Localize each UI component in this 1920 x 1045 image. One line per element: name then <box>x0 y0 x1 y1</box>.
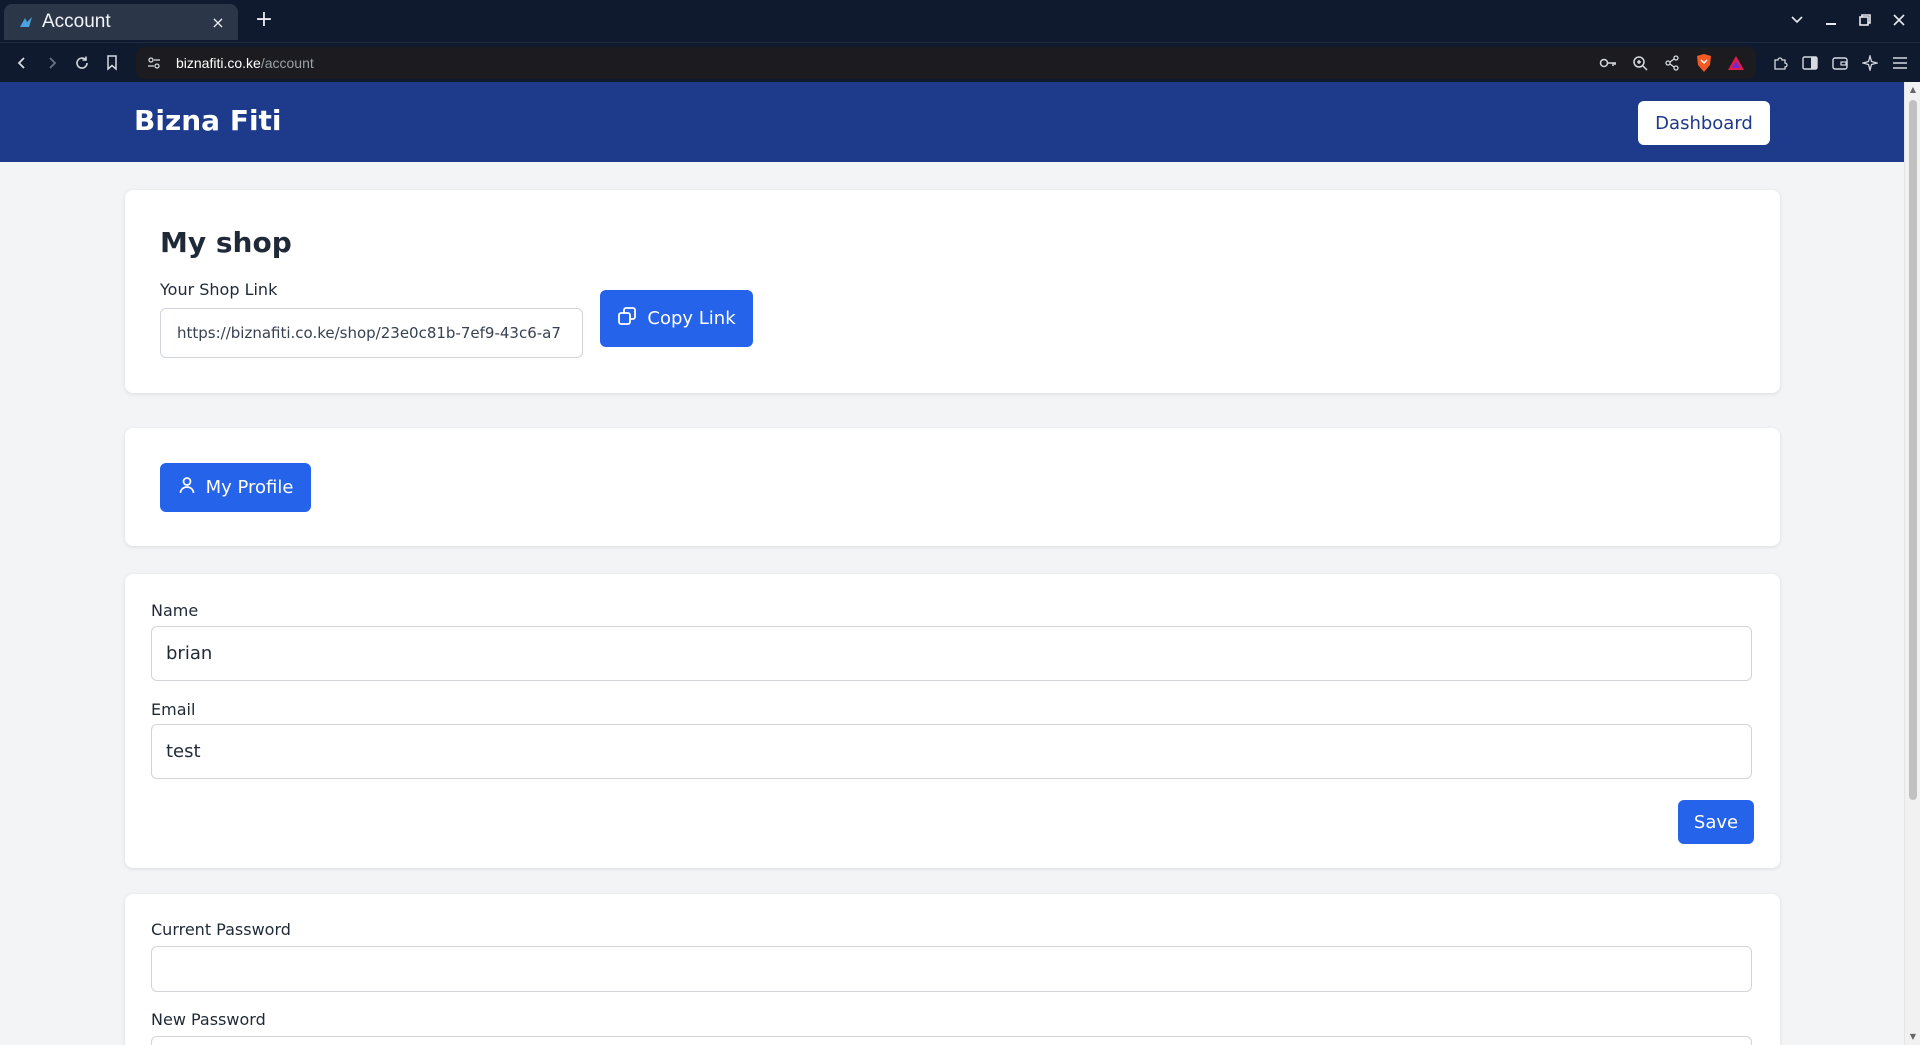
bookmark-icon[interactable] <box>100 51 124 75</box>
tab-list-chevron-down-icon[interactable] <box>1784 6 1810 34</box>
current-password-label: Current Password <box>151 920 291 939</box>
new-password-label: New Password <box>151 1010 266 1029</box>
minimize-icon[interactable] <box>1818 6 1844 34</box>
site-favicon-icon <box>18 14 34 30</box>
brand-logo-text[interactable]: Bizna Fiti <box>134 104 282 137</box>
tab-close-icon[interactable]: × <box>208 13 228 32</box>
reload-icon[interactable] <box>70 51 94 75</box>
brave-shields-icon[interactable] <box>1692 51 1716 75</box>
save-button[interactable]: Save <box>1678 800 1754 844</box>
shop-link-input[interactable]: https://biznafiti.co.ke/shop/23e0c81b-7e… <box>160 308 583 358</box>
my-profile-label: My Profile <box>205 477 294 498</box>
back-arrow-icon[interactable] <box>10 51 34 75</box>
menu-hamburger-icon[interactable] <box>1888 51 1912 75</box>
copy-link-button[interactable]: Copy Link <box>600 290 753 347</box>
extension-area <box>1768 51 1912 75</box>
close-window-icon[interactable] <box>1886 6 1912 34</box>
new-tab-button[interactable]: + <box>250 6 278 34</box>
restore-icon[interactable] <box>1852 6 1878 34</box>
copy-link-label: Copy Link <box>647 308 736 329</box>
shop-link-label: Your Shop Link <box>160 280 278 299</box>
scroll-down-arrow-icon[interactable]: ▼ <box>1908 1032 1918 1042</box>
password-form-card: Current Password New Password <box>125 894 1780 1045</box>
password-key-icon[interactable] <box>1596 51 1620 75</box>
tab-title: Account <box>42 11 111 32</box>
copy-icon <box>617 306 637 331</box>
profile-form-card: Name brian Email test Save <box>125 574 1780 868</box>
brave-rewards-icon[interactable] <box>1724 51 1748 75</box>
url-path: /account <box>260 55 314 71</box>
site-header: Bizna Fiti Dashboard <box>0 82 1904 162</box>
page-viewport: Bizna Fiti Dashboard My shop Your Shop L… <box>0 82 1904 1045</box>
dashboard-button[interactable]: Dashboard <box>1638 101 1770 145</box>
site-settings-icon[interactable] <box>144 53 164 73</box>
new-password-input[interactable] <box>151 1036 1752 1045</box>
forward-arrow-icon[interactable] <box>40 51 64 75</box>
scrollbar-thumb[interactable] <box>1909 100 1917 800</box>
name-label: Name <box>151 601 199 620</box>
extensions-puzzle-icon[interactable] <box>1768 51 1792 75</box>
zoom-icon[interactable] <box>1628 51 1652 75</box>
sidebar-icon[interactable] <box>1798 51 1822 75</box>
email-label: Email <box>151 700 196 719</box>
wallet-icon[interactable] <box>1828 51 1852 75</box>
leo-ai-sparkle-icon[interactable] <box>1858 51 1882 75</box>
browser-tab-account[interactable]: Account × <box>4 4 238 40</box>
profile-toggle-card: My Profile <box>125 428 1780 546</box>
browser-toolbar: biznafiti.co.ke/account <box>0 42 1920 82</box>
user-icon <box>178 476 196 499</box>
url-text: biznafiti.co.ke/account <box>176 55 314 71</box>
scroll-up-arrow-icon[interactable]: ▲ <box>1908 85 1918 95</box>
name-input[interactable]: brian <box>151 626 1752 681</box>
share-icon[interactable] <box>1660 51 1684 75</box>
my-shop-title: My shop <box>160 226 292 259</box>
address-bar[interactable]: biznafiti.co.ke/account <box>136 47 1756 79</box>
window-controls <box>1784 6 1912 34</box>
my-shop-card: My shop Your Shop Link https://biznafiti… <box>125 190 1780 393</box>
address-bar-actions <box>1596 51 1748 75</box>
my-profile-button[interactable]: My Profile <box>160 463 311 512</box>
page-scrollbar[interactable]: ▲ ▼ <box>1904 82 1920 1045</box>
browser-tab-strip: Account × + <box>0 0 1920 42</box>
current-password-input[interactable] <box>151 946 1752 992</box>
email-input[interactable]: test <box>151 724 1752 779</box>
url-domain: biznafiti.co.ke <box>176 55 261 71</box>
